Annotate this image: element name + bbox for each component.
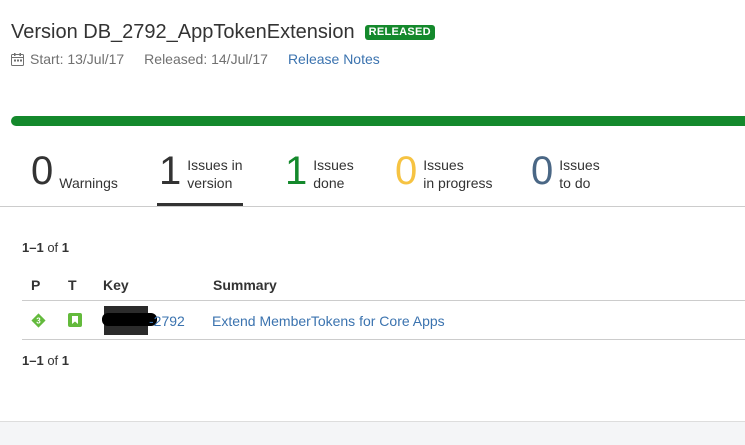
status-badge: RELEASED bbox=[364, 24, 435, 40]
pager-top: 1–1 of 1 bbox=[22, 240, 69, 255]
issue-key-link[interactable]: -2792 bbox=[149, 313, 185, 329]
tab-warnings[interactable]: 0 Warnings bbox=[31, 149, 118, 206]
tab-issues-to-do[interactable]: 0 Issues to do bbox=[531, 149, 600, 206]
issues-to-do-count: 0 bbox=[531, 149, 554, 193]
column-header-key[interactable]: Key bbox=[103, 277, 129, 293]
footer-bar bbox=[0, 421, 745, 445]
issues-done-count: 1 bbox=[285, 149, 308, 193]
meta-row: Start: 13/Jul/17 Released: 14/Jul/17 Rel… bbox=[11, 50, 731, 68]
released-date: Released: 14/Jul/17 bbox=[144, 51, 268, 67]
tab-issues-done[interactable]: 1 Issues done bbox=[285, 149, 354, 206]
label-line-1: Issues bbox=[559, 157, 600, 173]
tab-issues-in-version[interactable]: 1 Issues in version bbox=[157, 149, 243, 206]
label-line-2: to do bbox=[559, 175, 591, 191]
version-header: Version DB_2792_AppTokenExtension RELEAS… bbox=[11, 18, 731, 68]
calendar-icon bbox=[11, 52, 24, 66]
label-line-2: in progress bbox=[423, 175, 493, 191]
pager-bottom: 1–1 of 1 bbox=[22, 353, 69, 368]
stats-tabs: 0 Warnings 1 Issues in version 1 Issues … bbox=[0, 149, 745, 207]
tab-issues-in-progress[interactable]: 0 Issues in progress bbox=[395, 149, 493, 206]
warnings-count: 0 bbox=[31, 149, 54, 193]
pager-total: 1 bbox=[61, 353, 70, 368]
label-line-2: done bbox=[313, 175, 345, 191]
issue-summary-link[interactable]: Extend MemberTokens for Core Apps bbox=[212, 313, 445, 329]
pager-of: of bbox=[47, 353, 59, 368]
pager-range: 1–1 bbox=[22, 353, 44, 368]
label-line-1: Issues bbox=[313, 157, 354, 173]
issues-to-do-label: Issues to do bbox=[559, 156, 599, 192]
issues-in-progress-label: Issues in progress bbox=[423, 156, 492, 192]
start-date: Start: 13/Jul/17 bbox=[30, 51, 125, 67]
warnings-label: Warnings bbox=[59, 175, 118, 191]
priority-3-icon: 3 bbox=[31, 313, 46, 328]
table-row[interactable]: 3 -2792 Extend MemberTokens for Core App… bbox=[22, 301, 745, 340]
label-line-1: Issues in bbox=[187, 157, 243, 173]
issues-in-progress-count: 0 bbox=[395, 149, 418, 193]
pager-range: 1–1 bbox=[22, 240, 44, 255]
svg-text:3: 3 bbox=[36, 317, 41, 326]
issues-table: P T Key Summary 3 -2792 Extend MemberTok… bbox=[22, 268, 745, 340]
pager-total: 1 bbox=[61, 240, 70, 255]
column-header-type[interactable]: T bbox=[68, 277, 77, 293]
page-title: Version DB_2792_AppTokenExtension bbox=[11, 20, 355, 43]
issues-in-version-count: 1 bbox=[159, 149, 182, 193]
issues-in-version-label: Issues in version bbox=[187, 156, 242, 192]
column-header-priority[interactable]: P bbox=[31, 277, 40, 293]
story-icon bbox=[68, 313, 82, 327]
column-header-summary[interactable]: Summary bbox=[213, 277, 277, 293]
pager-of: of bbox=[47, 240, 59, 255]
issues-done-label: Issues done bbox=[313, 156, 353, 192]
progress-bar bbox=[11, 116, 745, 126]
label-line-1: Issues bbox=[423, 157, 464, 173]
title-row: Version DB_2792_AppTokenExtension RELEAS… bbox=[11, 18, 731, 46]
release-notes-link[interactable]: Release Notes bbox=[288, 51, 380, 67]
label-line-2: version bbox=[187, 175, 233, 191]
table-header: P T Key Summary bbox=[22, 268, 745, 301]
